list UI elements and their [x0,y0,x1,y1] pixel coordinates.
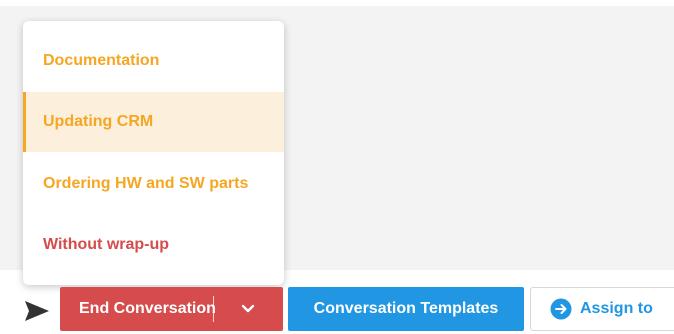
send-icon[interactable] [24,300,50,322]
end-conversation-label: End Conversation [79,300,216,317]
wrapup-dropdown-menu: Documentation Updating CRM Ordering HW a… [23,21,284,285]
menu-item-label: Ordering HW and SW parts [43,175,249,192]
arrow-right-circle-icon [550,298,572,320]
menu-item-label: Updating CRM [43,113,154,130]
menu-item-label: Without wrap-up [43,236,170,253]
assign-to-button[interactable]: Assign to [530,287,674,331]
menu-item-label: Documentation [43,52,160,69]
assign-to-label: Assign to [580,300,653,317]
menu-item-documentation[interactable]: Documentation [23,31,284,91]
menu-item-updating-crm[interactable]: Updating CRM [23,92,284,152]
templates-label: Conversation Templates [313,300,499,317]
conversation-toolbar: End Conversation Conversation Templates … [0,284,674,334]
menu-item-without-wrapup[interactable]: Without wrap-up [23,215,284,275]
end-conversation-button[interactable]: End Conversation [60,287,283,331]
chevron-down-icon[interactable] [214,304,282,314]
menu-item-ordering-parts[interactable]: Ordering HW and SW parts [23,154,284,214]
conversation-templates-button[interactable]: Conversation Templates [288,287,524,331]
